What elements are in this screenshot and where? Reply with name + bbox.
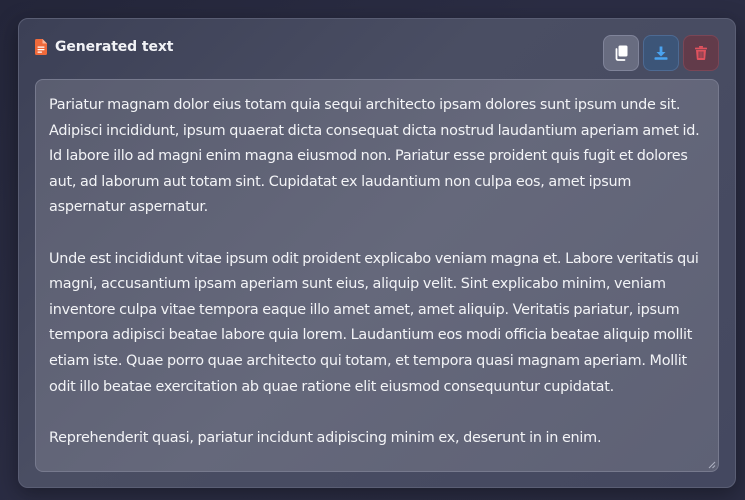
text-paragraph: Unde est incididunt vitae ipsum odit pro… [49,250,699,395]
panel-header: Generated text [35,39,174,55]
resize-handle-icon[interactable] [708,461,716,469]
file-text-icon [35,39,47,55]
generated-text-panel: Generated text Pariatur magnam dolor eiu… [18,18,736,488]
download-button[interactable] [643,35,679,71]
panel-title: Generated text [55,39,174,55]
download-icon [654,46,668,60]
generated-text-content[interactable]: Pariatur magnam dolor eius totam quia se… [36,80,718,451]
trash-icon [695,46,707,60]
delete-button[interactable] [683,35,719,71]
text-paragraph: Pariatur magnam dolor eius totam quia se… [49,97,700,216]
copy-button[interactable] [603,35,639,71]
panel-actions [603,35,719,71]
text-paragraph: Reprehenderit quasi, pariatur incidunt a… [49,429,602,446]
copy-icon [615,45,628,61]
generated-text-area[interactable]: Pariatur magnam dolor eius totam quia se… [35,79,719,472]
